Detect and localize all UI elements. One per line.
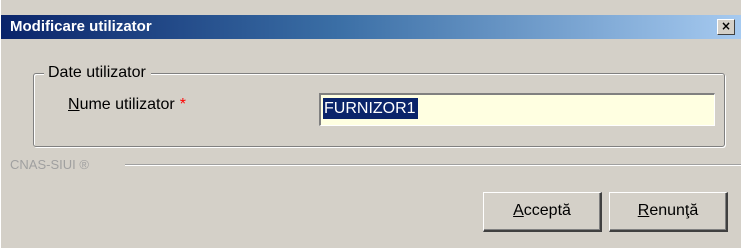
cancel-button-label: enunţă <box>649 202 699 219</box>
close-button[interactable]: × <box>717 19 735 35</box>
title-bar[interactable]: Modificare utilizator × <box>1 15 741 39</box>
username-label-text: ume utilizator <box>79 96 175 113</box>
dialog-window: Modificare utilizator × Date utilizator … <box>0 0 741 248</box>
cancel-button[interactable]: Renunţă <box>609 192 728 232</box>
footer-brand: CNAS-SIUI ® <box>10 157 89 172</box>
cancel-button-mnemonic: R <box>637 202 650 219</box>
groupbox-legend: Date utilizator <box>44 63 151 82</box>
window-title: Modificare utilizator <box>10 18 152 35</box>
required-marker: * <box>179 96 186 113</box>
username-input-value: FURNIZOR1 <box>323 98 418 119</box>
close-icon: × <box>720 19 732 33</box>
accept-button-label: cceptă <box>523 202 571 219</box>
accept-button[interactable]: Acceptă <box>483 192 602 232</box>
username-input[interactable]: FURNIZOR1 <box>319 93 715 126</box>
accept-button-mnemonic: A <box>513 202 524 219</box>
footer-divider <box>125 164 741 166</box>
username-label-mnemonic: N <box>68 96 80 113</box>
username-label: Nume utilizator * <box>68 95 186 115</box>
